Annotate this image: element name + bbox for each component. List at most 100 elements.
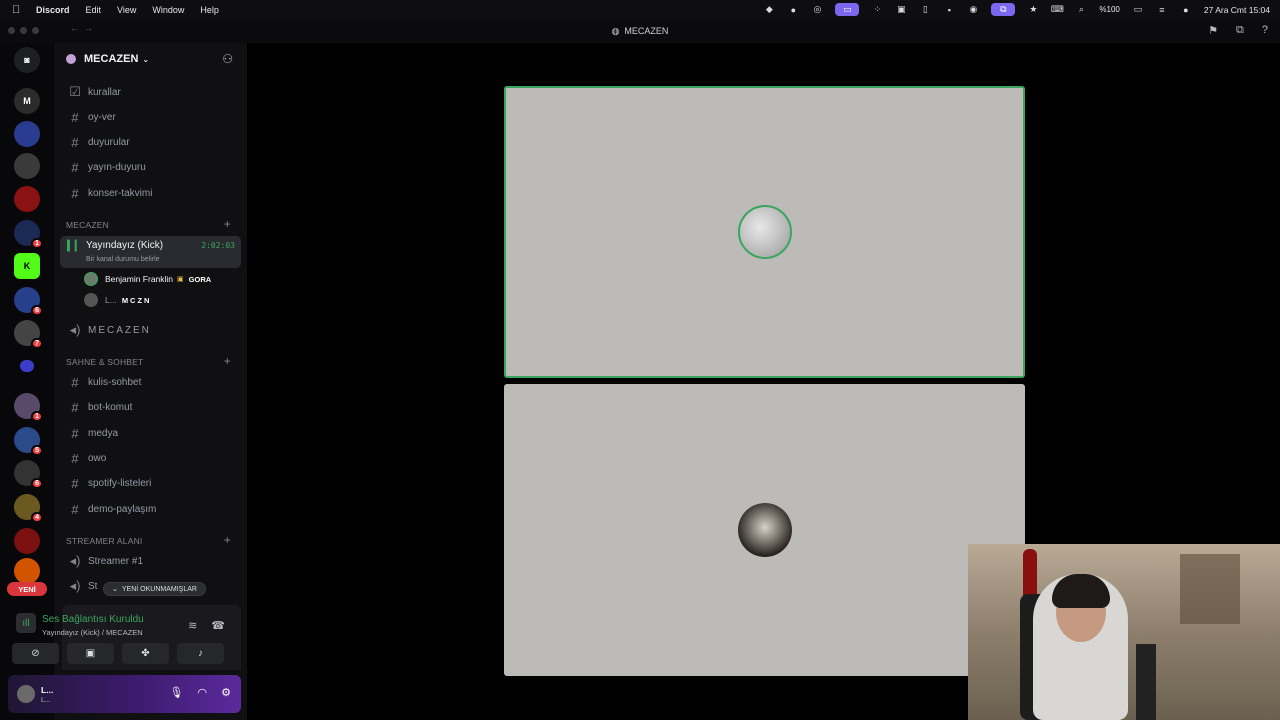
channel-oy-ver[interactable]: # oy-ver xyxy=(62,106,239,128)
guild-icon[interactable] xyxy=(14,153,40,179)
camera-off-button[interactable]: ⊘ xyxy=(12,643,59,664)
voice-member[interactable]: L... MCZN xyxy=(84,291,151,309)
voice-channel-status[interactable]: Bir kanal durumu belirle xyxy=(86,256,160,263)
camera-icon[interactable]: ▪ xyxy=(943,5,955,15)
channel-label: spotify-listeleri xyxy=(88,477,152,489)
category-sahne-sohbet[interactable]: SAHNE & SOHBET + xyxy=(66,355,231,367)
menu-app-name[interactable]: Discord xyxy=(36,5,70,15)
guild-icon[interactable] xyxy=(14,186,40,212)
new-unread-pill[interactable]: YENİ xyxy=(7,582,47,596)
keyboard-icon[interactable]: ⌨ xyxy=(1051,4,1064,15)
participant-tile-speaking[interactable] xyxy=(504,86,1025,378)
screen-share-tray-icon[interactable]: ▭ xyxy=(835,3,860,16)
activities-button[interactable]: ✤ xyxy=(122,643,169,664)
voice-member[interactable]: Benjamin Franklin ▣ GORA xyxy=(84,270,211,288)
traffic-lights[interactable] xyxy=(8,27,39,34)
menu-view[interactable]: View xyxy=(117,5,136,15)
popout-icon[interactable]: ⧉ xyxy=(1236,24,1244,37)
add-channel-icon[interactable]: + xyxy=(224,355,231,367)
siri-icon[interactable]: ● xyxy=(1180,5,1192,15)
channel-duyurular[interactable]: # duyurular xyxy=(62,131,239,153)
headphones-icon[interactable]: ◠ xyxy=(198,686,208,699)
microphone-icon[interactable]: 🎙︎ xyxy=(170,686,184,699)
avatar[interactable] xyxy=(17,685,35,703)
trash-icon[interactable]: ▯ xyxy=(919,4,931,15)
category-streamer-alani[interactable]: STREAMER ALANI + xyxy=(66,534,231,546)
record-icon[interactable]: ◉ xyxy=(967,4,979,15)
discord-home-icon[interactable]: ◙ xyxy=(14,47,40,73)
guild-icon[interactable] xyxy=(14,121,40,147)
search-icon[interactable]: ⌕ xyxy=(1075,4,1087,15)
participant-tile[interactable] xyxy=(504,384,1025,676)
guild-icon[interactable]: 6 xyxy=(14,287,43,316)
guild-mecazen[interactable]: M xyxy=(14,88,40,114)
guild-icon[interactable] xyxy=(14,558,40,584)
flag-icon[interactable]: ⚑ xyxy=(1208,24,1218,37)
guild-icon[interactable]: 1 xyxy=(14,393,43,422)
guild-icon[interactable]: 6 xyxy=(14,460,43,489)
chevron-down-icon: ⌄ xyxy=(112,586,118,593)
channel-konser-takvimi[interactable]: # konser-takvimi xyxy=(62,182,239,204)
channel-yayin-duyuru[interactable]: # yayın-duyuru xyxy=(62,156,239,178)
voice-channel-streamer-1[interactable]: ◂) Streamer #1 xyxy=(62,550,239,572)
invite-people-icon[interactable]: ⚇ xyxy=(222,52,233,66)
gear-icon[interactable]: ⚙ xyxy=(221,686,231,699)
guild-icon[interactable]: 4 xyxy=(14,494,43,523)
hash-icon: # xyxy=(71,159,79,175)
headset-tray-icon[interactable]: ◎ xyxy=(811,4,823,15)
window-titlebar: ← → ◍ MECAZEN ⚑ ⧉ ? xyxy=(0,19,1280,43)
channel-bot-komut[interactable]: # bot-komut xyxy=(62,396,239,418)
add-channel-icon[interactable]: + xyxy=(224,534,231,546)
star-icon[interactable]: ★ xyxy=(1027,4,1039,15)
mention-badge: 1 xyxy=(31,411,43,422)
channel-label: St xyxy=(88,580,98,592)
guild-icon[interactable] xyxy=(14,528,40,554)
voice-channel-active[interactable]: ▍▎ Yayındayız (Kick) Bir kanal durumu be… xyxy=(60,236,241,268)
monitor-icon[interactable]: ▣ xyxy=(895,4,907,15)
noise-suppression-icon[interactable]: ≋ xyxy=(188,619,197,632)
menu-help[interactable]: Help xyxy=(200,5,219,15)
add-channel-icon[interactable]: + xyxy=(224,218,231,230)
guild-icon[interactable]: 1 xyxy=(14,220,43,249)
disconnect-icon[interactable]: ☎ xyxy=(211,619,225,632)
help-icon[interactable]: ? xyxy=(1262,24,1268,37)
hash-icon: # xyxy=(71,109,79,125)
server-header[interactable]: MECAZEN ⌄ ⚇ xyxy=(54,43,247,75)
menu-edit[interactable]: Edit xyxy=(86,5,102,15)
screen-share-button[interactable]: ▣ xyxy=(67,643,114,664)
username[interactable]: L... xyxy=(41,685,53,695)
signal-icon[interactable]: ıll xyxy=(16,613,36,633)
grid-dots-icon[interactable]: ⁘ xyxy=(871,4,883,15)
macos-menubar:  Discord Edit View Window Help ◆ ● ◎ ▭ … xyxy=(0,0,1280,19)
windows-tray-icon[interactable]: ⧉ xyxy=(991,3,1016,16)
channel-spotify-listeleri[interactable]: # spotify-listeleri xyxy=(62,472,239,494)
nav-arrows-icon[interactable]: ← → xyxy=(70,23,93,33)
channel-label: owo xyxy=(88,452,107,464)
folder-icon[interactable] xyxy=(20,360,34,372)
channel-kulis-sohbet[interactable]: # kulis-sohbet xyxy=(62,371,239,393)
diamond-icon[interactable]: ◆ xyxy=(763,4,775,15)
guild-icon[interactable]: 7 xyxy=(14,320,43,349)
circle-icon[interactable]: ● xyxy=(787,5,799,15)
channel-medya[interactable]: # medya xyxy=(62,422,239,444)
guild-kick[interactable]: K xyxy=(14,253,40,279)
voice-connection-status[interactable]: Ses Bağlantısı Kuruldu xyxy=(42,614,144,625)
voice-connection-channel[interactable]: Yayındayız (Kick) / MECAZEN xyxy=(42,628,143,637)
soundboard-icon: ♪ xyxy=(198,648,203,659)
voice-channel-mecazen[interactable]: ◂) MECAZEN xyxy=(62,319,239,341)
channel-demo-paylasim[interactable]: # demo-paylaşım xyxy=(62,498,239,520)
category-mecazen[interactable]: MECAZEN + xyxy=(66,218,231,230)
channel-owo[interactable]: # owo xyxy=(62,447,239,469)
unread-messages-pill[interactable]: ⌄ YENİ OKUNMAMIŞLAR xyxy=(103,582,206,596)
battery-icon[interactable]: ▭ xyxy=(1132,4,1144,15)
guild-icon[interactable]: 5 xyxy=(14,427,43,456)
control-center-icon[interactable]: ≡ xyxy=(1156,5,1168,15)
soundboard-button[interactable]: ♪ xyxy=(177,643,224,664)
menubar-clock[interactable]: 27 Ara Cmt 15:04 xyxy=(1204,5,1270,15)
mention-badge: 1 xyxy=(31,238,43,249)
category-label: STREAMER ALANI xyxy=(66,536,143,546)
menu-window[interactable]: Window xyxy=(152,5,184,15)
channel-kurallar[interactable]: ☑ kurallar xyxy=(62,81,239,103)
hash-icon: # xyxy=(71,450,79,466)
apple-menu-icon[interactable]:  xyxy=(12,4,26,16)
